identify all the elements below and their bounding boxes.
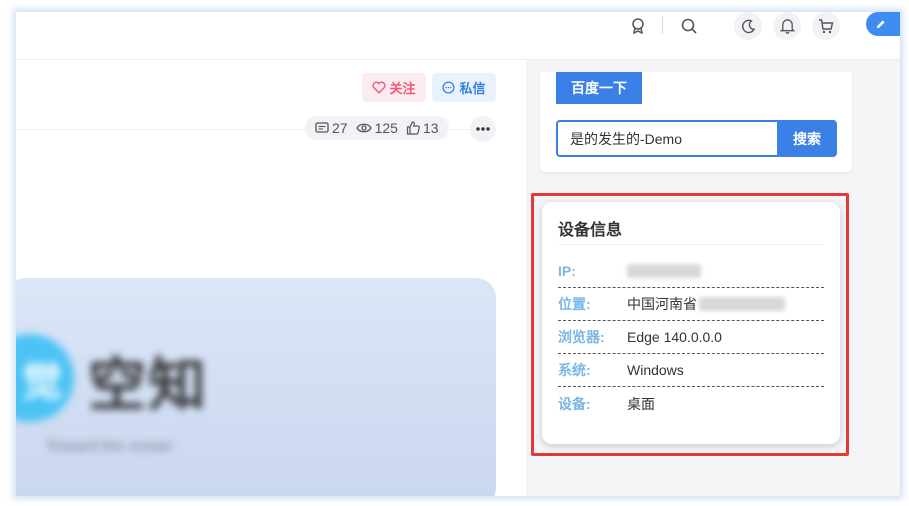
search-icon[interactable] <box>678 15 700 37</box>
info-label: 位置: <box>558 296 591 312</box>
article-cover-image: 觉 空知 Toward the ocean <box>16 278 496 496</box>
moon-icon[interactable] <box>734 12 762 40</box>
heart-icon <box>372 81 387 94</box>
like-count: 13 <box>422 120 439 136</box>
thumbs-up-icon <box>406 121 420 135</box>
info-row-ip: IP: <box>558 255 824 288</box>
info-label: 系统: <box>558 362 591 378</box>
right-sidebar: 百度一下 搜索 设备信息 IP: 位置: 中国河南省 <box>526 60 900 496</box>
view-stat: 125 <box>355 120 398 136</box>
eye-icon <box>355 123 372 133</box>
article-main: 关注 私信 27 125 13 觉 空知 Toward the ocean <box>16 60 526 496</box>
cover-subtitle: Toward the ocean <box>46 438 173 455</box>
like-stat[interactable]: 13 <box>406 120 439 136</box>
comment-icon <box>315 121 329 133</box>
search-input[interactable] <box>556 120 778 157</box>
cover-logo: 觉 空知 Toward the ocean <box>16 326 306 466</box>
chat-bubble-icon <box>442 81 456 94</box>
cover-logo-mark: 觉 <box>16 334 74 422</box>
award-icon[interactable] <box>627 15 649 37</box>
redacted-ip <box>627 264 701 278</box>
info-label: 设备: <box>558 395 591 412</box>
pencil-icon <box>876 19 885 28</box>
info-row-os: 系统: Windows <box>558 354 824 387</box>
cart-icon[interactable] <box>812 12 840 40</box>
ellipsis-icon <box>476 127 490 131</box>
more-options-button[interactable] <box>470 116 496 142</box>
info-value: 桌面 <box>627 395 655 412</box>
info-label: IP: <box>558 263 576 279</box>
info-value <box>627 264 701 278</box>
cover-title: 空知 <box>88 353 209 418</box>
message-label: 私信 <box>459 81 486 96</box>
search-button[interactable]: 搜索 <box>777 120 837 157</box>
device-info-title: 设备信息 <box>558 222 623 239</box>
app-window: 关注 私信 27 125 13 觉 空知 Toward the ocean 百度… <box>16 12 900 496</box>
info-row-device: 设备: 桌面 <box>558 387 824 420</box>
message-button[interactable]: 私信 <box>432 73 496 102</box>
search-tab-baidu[interactable]: 百度一下 <box>556 72 642 104</box>
view-count: 125 <box>374 120 398 136</box>
comment-stat[interactable]: 27 <box>315 120 348 136</box>
card-divider <box>558 244 824 245</box>
info-row-browser: 浏览器: Edge 140.0.0.0 <box>558 321 824 354</box>
redacted-location <box>699 297 785 311</box>
device-info-card: 设备信息 IP: 位置: 中国河南省 浏览器: Edge 140.0.0.0 系… <box>542 202 840 444</box>
top-header <box>16 12 900 60</box>
follow-label: 关注 <box>389 81 416 96</box>
follow-button[interactable]: 关注 <box>362 73 426 102</box>
bell-icon[interactable] <box>773 12 801 40</box>
info-value: 中国河南省 <box>627 294 785 314</box>
comment-count: 27 <box>332 120 348 136</box>
write-button[interactable] <box>866 12 900 36</box>
search-widget: 百度一下 搜索 <box>540 72 852 172</box>
article-stats: 27 125 13 <box>305 116 449 140</box>
info-value: Windows <box>627 362 684 378</box>
info-value: Edge 140.0.0.0 <box>627 329 722 345</box>
info-label: 浏览器: <box>558 329 605 345</box>
info-row-location: 位置: 中国河南省 <box>558 288 824 321</box>
header-divider <box>662 16 663 34</box>
device-info-rows: IP: 位置: 中国河南省 浏览器: Edge 140.0.0.0 系统: Wi… <box>558 255 824 420</box>
